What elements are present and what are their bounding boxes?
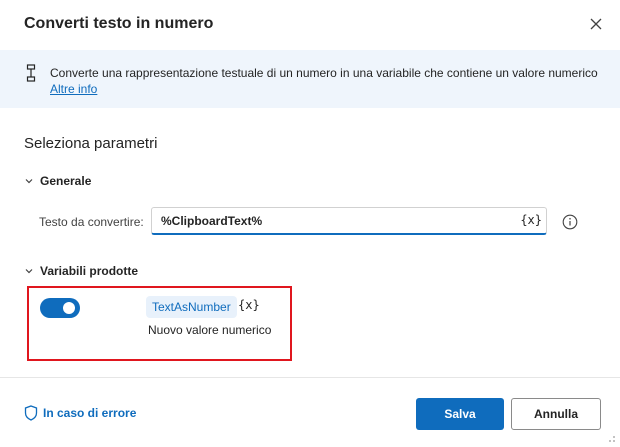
- text-to-convert-input[interactable]: %ClipboardText% {x}: [151, 207, 547, 235]
- variable-enabled-toggle[interactable]: [40, 298, 80, 318]
- chevron-down-icon: [24, 266, 34, 276]
- dialog-header: Converti testo in numero: [0, 0, 620, 50]
- group-general-toggle[interactable]: Generale: [24, 174, 91, 188]
- variable-name-pill[interactable]: TextAsNumber: [146, 296, 237, 318]
- close-icon: [590, 18, 602, 30]
- info-circle-icon[interactable]: [562, 214, 578, 230]
- cancel-button[interactable]: Annulla: [511, 398, 601, 430]
- chevron-down-icon: [24, 176, 34, 186]
- group-produced-variables-label: Variabili prodotte: [40, 264, 139, 278]
- shield-icon: [24, 405, 38, 421]
- input-value: %ClipboardText%: [161, 214, 263, 228]
- group-general-label: Generale: [40, 174, 92, 188]
- convert-text-to-number-dialog: Converti testo in numero Converte una ra…: [0, 0, 620, 447]
- close-button[interactable]: [584, 12, 608, 36]
- variable-description: Nuovo valore numerico: [148, 323, 272, 337]
- action-description: Converte una rappresentazione testuale d…: [50, 66, 598, 80]
- resize-grip-icon[interactable]: [604, 431, 616, 443]
- section-title: Seleziona parametri: [24, 135, 158, 152]
- group-produced-variables-toggle[interactable]: Variabili prodotte: [24, 264, 138, 278]
- dialog-title: Converti testo in numero: [24, 15, 214, 32]
- more-info-link[interactable]: Altre info: [50, 82, 97, 96]
- toggle-knob: [63, 302, 75, 314]
- input-label: Testo da convertire:: [39, 215, 144, 229]
- footer-divider: [0, 377, 620, 378]
- convert-action-icon: [26, 64, 36, 82]
- save-button[interactable]: Salva: [416, 398, 504, 430]
- on-error-label: In caso di errore: [43, 406, 137, 420]
- info-bar: Converte una rappresentazione testuale d…: [0, 50, 620, 108]
- insert-variable-button[interactable]: {x}: [520, 213, 542, 227]
- variable-edit-button[interactable]: {x}: [238, 298, 260, 312]
- on-error-link[interactable]: In caso di errore: [24, 405, 136, 421]
